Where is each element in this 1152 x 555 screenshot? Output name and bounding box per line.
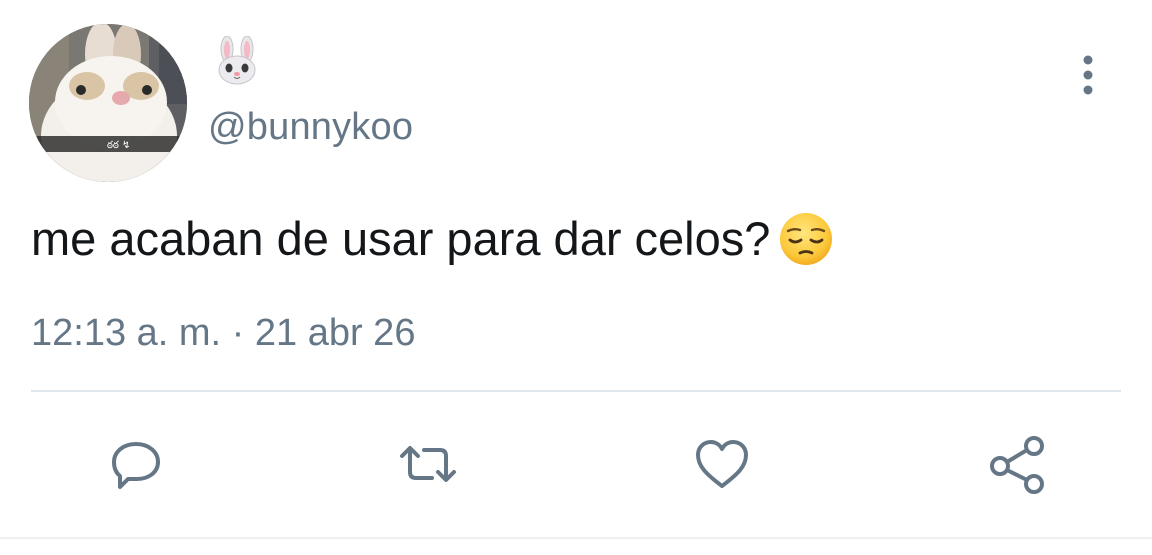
avatar[interactable]: ఠఠ ↯ bbox=[29, 24, 187, 182]
heart-icon bbox=[696, 440, 748, 488]
bottom-divider bbox=[0, 537, 1152, 539]
reply-icon bbox=[112, 442, 160, 489]
more-options-button[interactable] bbox=[1068, 52, 1108, 98]
like-button[interactable] bbox=[690, 432, 754, 496]
vertical-dots-icon bbox=[1083, 55, 1093, 95]
rabbit-face-emoji-icon bbox=[218, 35, 256, 85]
user-handle[interactable]: @bunnykoo bbox=[208, 104, 413, 150]
share-button[interactable] bbox=[986, 432, 1050, 496]
tweet-text: me acaban de usar para dar celos? bbox=[31, 210, 834, 268]
tweet-text-content: me acaban de usar para dar celos? bbox=[31, 212, 771, 265]
divider bbox=[31, 390, 1121, 392]
bunny-photo: ఠఠ ↯ bbox=[29, 24, 187, 182]
retweet-button[interactable] bbox=[396, 432, 460, 496]
pensive-face-emoji-icon bbox=[778, 211, 834, 267]
svg-text:ఠఠ ↯: ఠఠ ↯ bbox=[107, 140, 130, 151]
share-icon bbox=[990, 436, 1044, 494]
tweet-timestamp[interactable]: 12:13 a. m. · 21 abr 26 bbox=[31, 310, 415, 356]
display-name[interactable] bbox=[212, 35, 262, 86]
retweet-icon bbox=[400, 446, 456, 482]
reply-button[interactable] bbox=[104, 432, 168, 496]
